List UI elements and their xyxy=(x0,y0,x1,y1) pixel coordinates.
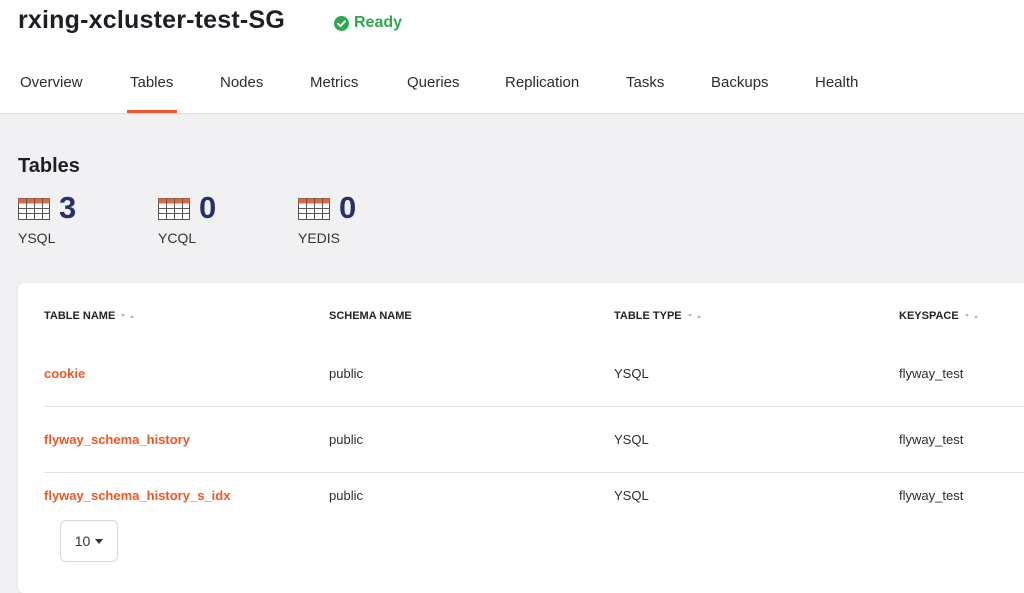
table-grid-icon xyxy=(18,198,50,220)
column-header-table-name[interactable]: TABLE NAME xyxy=(44,310,138,322)
keyspace-cell: flyway_test xyxy=(899,366,963,381)
stat-count: 0 xyxy=(339,190,356,226)
page-size-dropdown[interactable]: 10 xyxy=(60,520,118,562)
table-name-link[interactable]: cookie xyxy=(44,366,85,381)
tab-replication[interactable]: Replication xyxy=(505,74,579,91)
table-type-cell: YSQL xyxy=(614,488,649,503)
active-tab-indicator xyxy=(127,110,177,113)
tab-nodes[interactable]: Nodes xyxy=(220,74,263,91)
column-header-schema-name: SCHEMA NAME xyxy=(329,310,412,322)
column-header-label: TABLE NAME xyxy=(44,310,115,322)
sort-icon xyxy=(964,312,982,320)
stat-label: YSQL xyxy=(18,230,55,246)
stat-count: 3 xyxy=(59,190,76,226)
tab-tables[interactable]: Tables xyxy=(130,74,173,91)
tab-tasks[interactable]: Tasks xyxy=(626,74,664,91)
sort-icon xyxy=(120,312,138,320)
page-size-value: 10 xyxy=(75,533,91,549)
schema-name-cell: public xyxy=(329,366,363,381)
schema-name-cell: public xyxy=(329,432,363,447)
check-circle-icon xyxy=(334,16,349,31)
row-divider xyxy=(44,406,1024,407)
section-title: Tables xyxy=(18,155,80,178)
column-header-label: SCHEMA NAME xyxy=(329,310,412,322)
cluster-header: rxing-xcluster-test-SG Ready Overview Ta… xyxy=(0,0,1024,114)
tab-overview[interactable]: Overview xyxy=(20,74,83,91)
table-grid-icon xyxy=(298,198,330,220)
tables-card: TABLE NAME SCHEMA NAME TABLE TYPE KEYSPA… xyxy=(18,283,1024,593)
sort-icon xyxy=(687,312,705,320)
tab-health[interactable]: Health xyxy=(815,74,858,91)
status-text: Ready xyxy=(354,14,402,32)
table-type-cell: YSQL xyxy=(614,432,649,447)
keyspace-cell: flyway_test xyxy=(899,488,963,503)
tab-metrics[interactable]: Metrics xyxy=(310,74,358,91)
stat-count: 0 xyxy=(199,190,216,226)
stat-label: YCQL xyxy=(158,230,196,246)
schema-name-cell: public xyxy=(329,488,363,503)
column-header-label: KEYSPACE xyxy=(899,310,959,322)
table-type-cell: YSQL xyxy=(614,366,649,381)
column-header-table-type[interactable]: TABLE TYPE xyxy=(614,310,705,322)
status-badge: Ready xyxy=(334,12,402,34)
caret-down-icon xyxy=(95,539,103,544)
column-header-label: TABLE TYPE xyxy=(614,310,682,322)
table-name-link[interactable]: flyway_schema_history_s_idx xyxy=(44,488,230,503)
cluster-title: rxing-xcluster-test-SG xyxy=(18,6,285,35)
tab-backups[interactable]: Backups xyxy=(711,74,769,91)
row-divider xyxy=(44,472,1024,473)
cluster-tabs: Overview Tables Nodes Metrics Queries Re… xyxy=(0,64,1024,113)
keyspace-cell: flyway_test xyxy=(899,432,963,447)
table-grid-icon xyxy=(158,198,190,220)
tab-queries[interactable]: Queries xyxy=(407,74,460,91)
column-header-keyspace[interactable]: KEYSPACE xyxy=(899,310,982,322)
stat-label: YEDIS xyxy=(298,230,340,246)
table-name-link[interactable]: flyway_schema_history xyxy=(44,432,190,447)
